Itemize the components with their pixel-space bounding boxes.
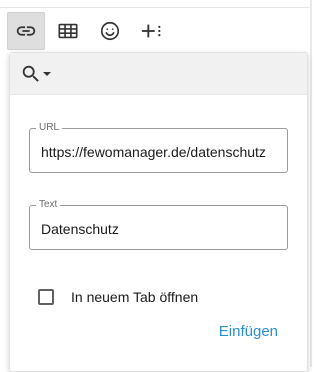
text-field-label: Text: [36, 198, 61, 212]
search-icon: [20, 63, 42, 85]
new-tab-option[interactable]: In neuem Tab öffnen: [38, 287, 198, 307]
insert-link-button[interactable]: [7, 12, 45, 50]
insert-emoji-button[interactable]: [91, 12, 129, 50]
insert-table-button[interactable]: [49, 12, 87, 50]
link-icon: [15, 20, 37, 42]
popup-header: [10, 53, 307, 95]
right-edge-divider: [310, 0, 312, 367]
emoji-icon: [99, 20, 121, 42]
caret-down-icon: [42, 69, 52, 79]
insert-more-icon: [140, 20, 164, 42]
insert-button[interactable]: Einfügen: [219, 323, 278, 340]
insert-more-button[interactable]: [133, 12, 171, 50]
text-field[interactable]: Text Datenschutz: [29, 198, 288, 250]
link-popup: URL https://fewomanager.de/datenschutz T…: [9, 52, 308, 372]
url-input[interactable]: https://fewomanager.de/datenschutz: [41, 143, 266, 161]
link-search-dropdown[interactable]: [20, 62, 56, 86]
table-icon: [57, 20, 79, 42]
new-tab-label: In neuem Tab öffnen: [71, 289, 199, 305]
new-tab-checkbox[interactable]: [38, 289, 54, 305]
url-field-label: URL: [36, 121, 63, 135]
text-input[interactable]: Datenschutz: [41, 220, 119, 238]
top-divider: [0, 7, 312, 8]
url-field[interactable]: URL https://fewomanager.de/datenschutz: [29, 121, 288, 173]
editor-toolbar: [0, 12, 312, 52]
